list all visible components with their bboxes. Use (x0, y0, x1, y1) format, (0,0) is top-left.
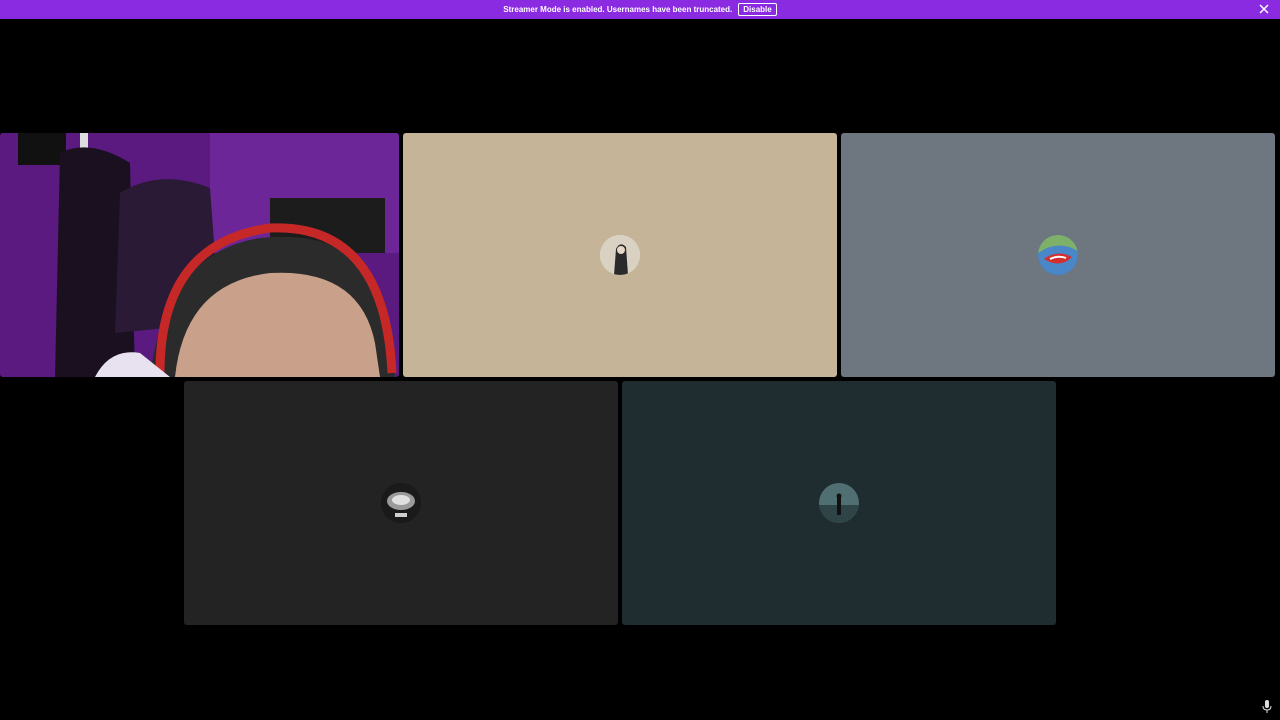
banner-message: Streamer Mode is enabled. Usernames have… (503, 5, 733, 14)
video-tile-webcam[interactable] (0, 133, 399, 377)
participant-tile-4[interactable] (184, 381, 618, 625)
participant-tile-5[interactable] (622, 381, 1056, 625)
microphone-icon[interactable] (1262, 700, 1272, 714)
streamer-mode-banner: Streamer Mode is enabled. Usernames have… (0, 0, 1280, 19)
disable-streamer-mode-button[interactable]: Disable (738, 3, 777, 16)
avatar (1038, 235, 1078, 275)
avatar (819, 483, 859, 523)
avatar (600, 235, 640, 275)
avatar (381, 483, 421, 523)
close-icon[interactable] (1258, 3, 1270, 15)
participant-tile-3[interactable] (841, 133, 1275, 377)
webcam-video-frame (0, 133, 399, 377)
participant-tile-2[interactable] (403, 133, 837, 377)
